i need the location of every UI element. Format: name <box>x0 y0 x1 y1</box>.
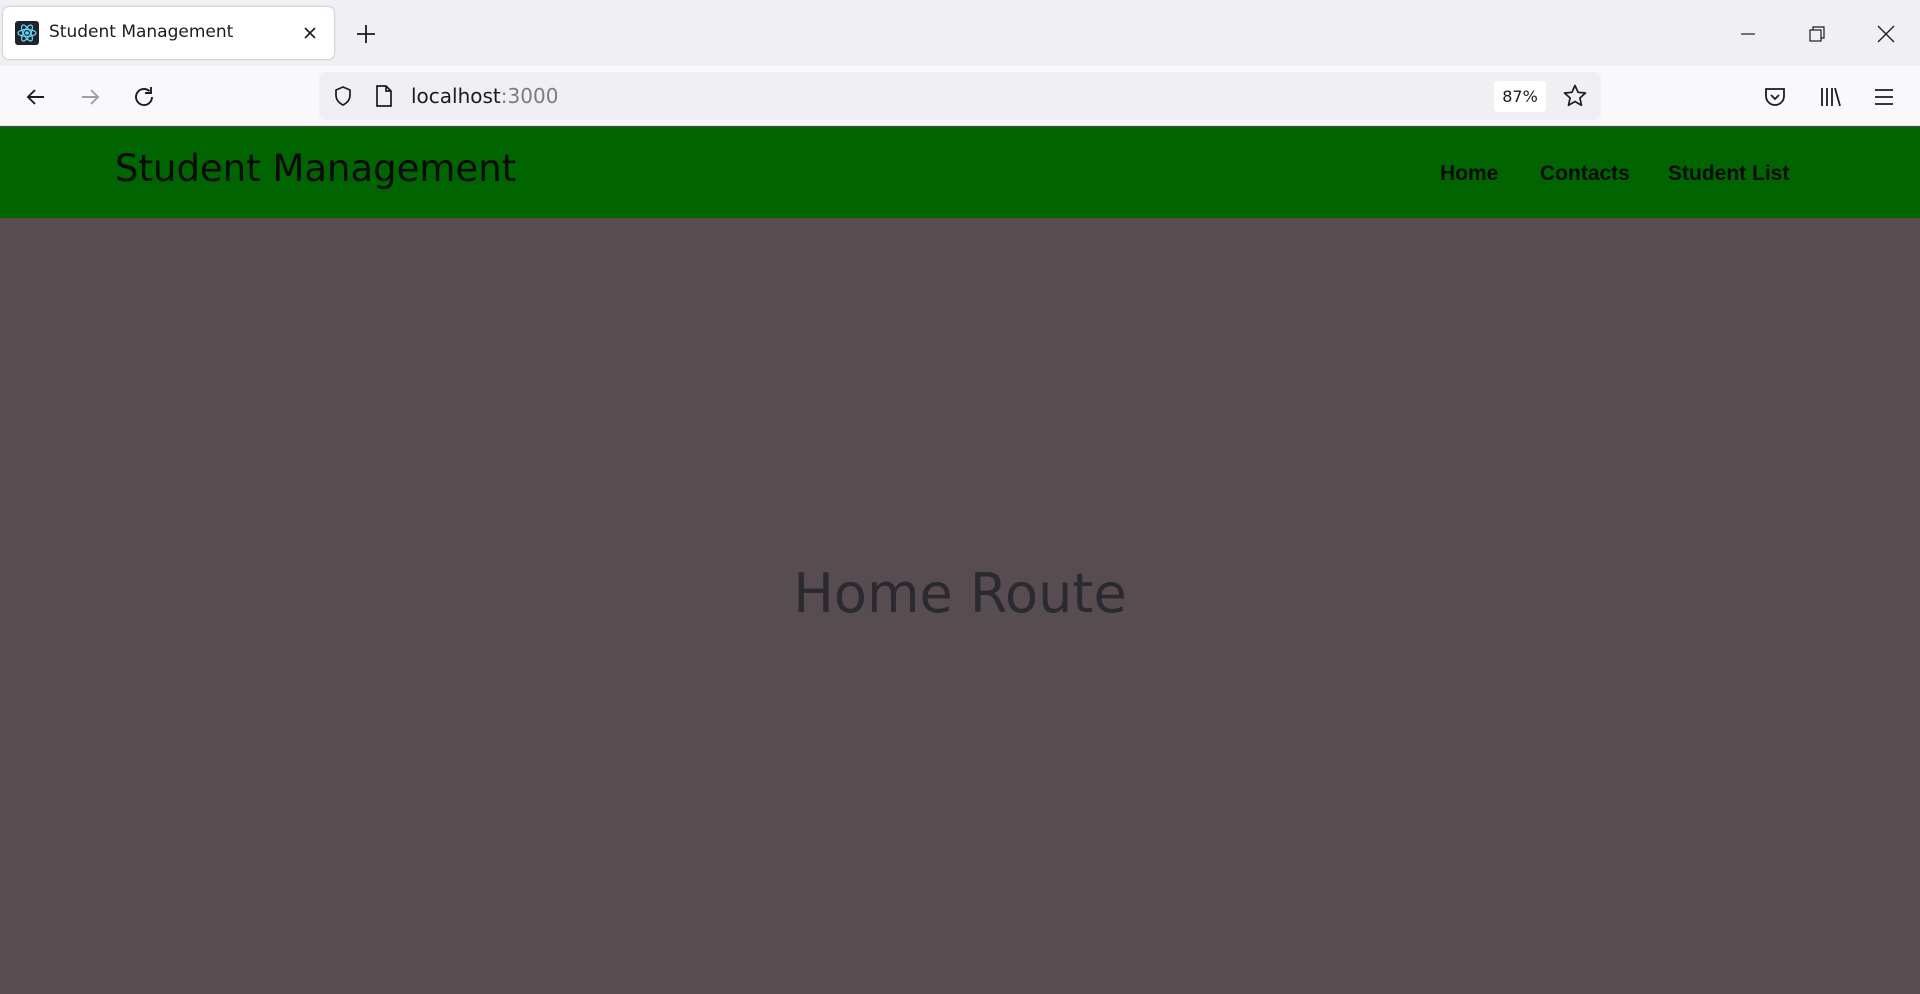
site-header: Student Management Home Contacts Student… <box>0 127 1920 218</box>
address-bar[interactable]: localhost:3000 87% <box>319 72 1601 120</box>
forward-arrow-icon[interactable] <box>77 84 103 110</box>
close-tab-icon[interactable] <box>302 25 318 41</box>
browser-tab[interactable]: Student Management <box>3 7 334 59</box>
reload-icon[interactable] <box>131 84 157 110</box>
tracking-shield-icon[interactable] <box>331 84 355 108</box>
nav-link-home[interactable]: Home <box>1440 162 1498 186</box>
url-port: :3000 <box>500 84 559 108</box>
tab-title: Student Management <box>49 22 234 42</box>
back-arrow-icon[interactable] <box>23 84 49 110</box>
nav-link-contacts[interactable]: Contacts <box>1540 162 1630 186</box>
url-host: localhost <box>411 84 501 108</box>
page-title: Home Route <box>793 562 1127 625</box>
react-atom-icon <box>15 21 39 45</box>
browser-tab-strip: Student Management <box>0 0 1920 66</box>
library-icon[interactable] <box>1817 84 1843 110</box>
pocket-icon[interactable] <box>1762 84 1788 110</box>
new-tab-icon[interactable] <box>355 23 377 45</box>
browser-toolbar: localhost:3000 87% <box>0 66 1920 126</box>
url-text[interactable]: localhost:3000 <box>411 84 558 108</box>
restore-window-icon[interactable] <box>1803 20 1831 48</box>
bookmark-star-icon[interactable] <box>1562 83 1588 109</box>
site-brand[interactable]: Student Management <box>115 147 516 190</box>
minimize-window-icon[interactable] <box>1734 20 1762 48</box>
zoom-level-badge[interactable]: 87% <box>1494 81 1546 112</box>
nav-link-student-list[interactable]: Student List <box>1668 162 1789 186</box>
page-info-icon[interactable] <box>374 84 394 108</box>
close-window-icon[interactable] <box>1872 20 1900 48</box>
hamburger-menu-icon[interactable] <box>1871 84 1897 110</box>
